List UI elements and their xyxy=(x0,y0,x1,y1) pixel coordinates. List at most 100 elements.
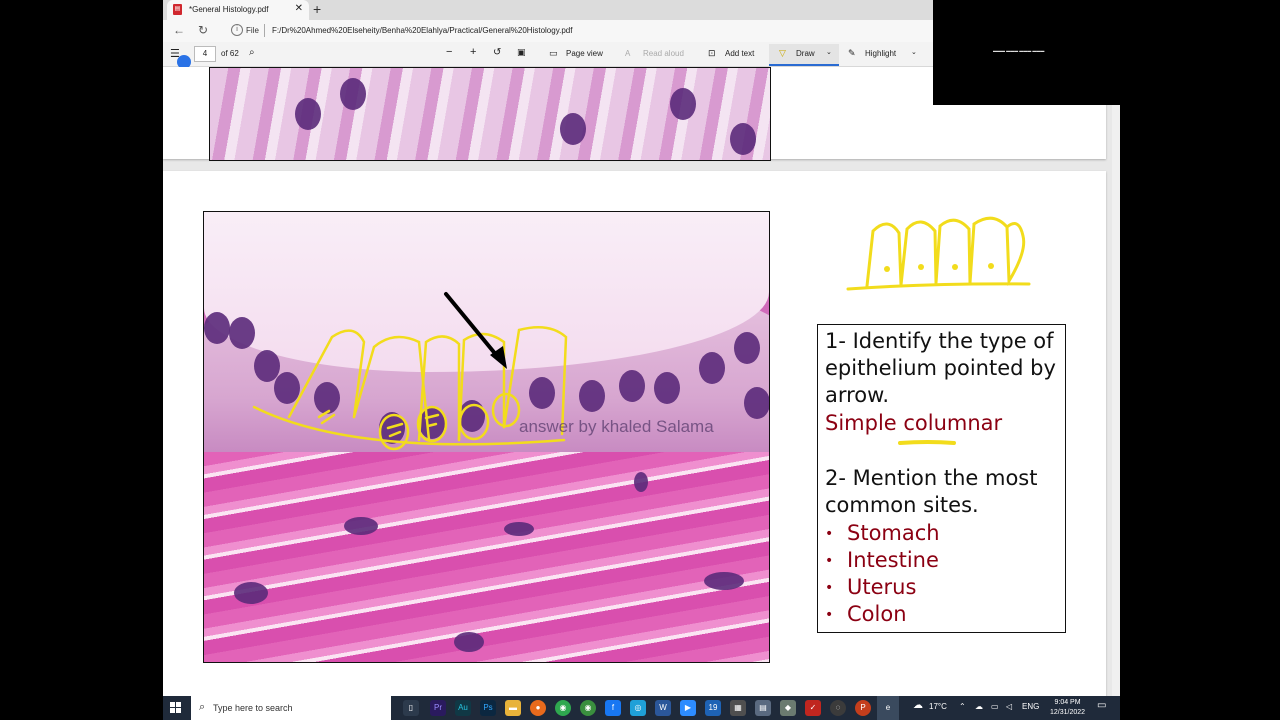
edge-icon-active[interactable]: e xyxy=(877,696,899,720)
search-icon[interactable]: ⌕ xyxy=(249,47,255,58)
zoom-out-button[interactable]: − xyxy=(446,46,452,58)
columnar-cell-sketch xyxy=(846,216,1031,291)
rotate-icon[interactable]: ↺ xyxy=(493,47,501,58)
read-aloud-icon: A xyxy=(625,49,631,58)
sketch-nucleus xyxy=(884,266,890,272)
page-count: of 62 xyxy=(221,49,239,58)
site-label: Colon xyxy=(847,602,907,626)
page-view-button[interactable]: Page view xyxy=(566,49,603,58)
zoom-in-button[interactable]: + xyxy=(470,46,476,58)
question1-line3: arrow. xyxy=(825,383,890,407)
clock[interactable]: 9:04 PM 12/31/2022 xyxy=(1050,698,1085,718)
weather-icon: ☁ xyxy=(913,700,923,711)
fit-page-icon[interactable]: ▣ xyxy=(517,47,526,58)
audition-icon[interactable]: Au xyxy=(455,700,471,716)
windows-start-icon[interactable] xyxy=(170,702,182,714)
sketch-nucleus xyxy=(988,263,994,269)
watermark-text: answer by khaled Salama xyxy=(519,417,714,436)
overlay-caption: ▬▬▬ ▬▬▬ ▬▬▬ ▬▬▬ xyxy=(993,48,1045,53)
clock-time: 9:04 PM xyxy=(1054,699,1081,706)
search-icon: ⌕ xyxy=(199,701,206,713)
document-viewport[interactable]: answer by khaled Salama 1- Identify the … xyxy=(163,67,1120,696)
answer1-text: Simple columnar xyxy=(825,411,1003,435)
zoom-icon[interactable]: ▶ xyxy=(680,700,696,716)
chrome-profile-icon[interactable]: ◉ xyxy=(580,700,596,716)
word-icon[interactable]: W xyxy=(655,700,671,716)
page-view-icon: ▭ xyxy=(549,48,558,58)
site-item: • Colon xyxy=(825,602,907,626)
taskbar-search[interactable]: ⌕ Type here to search xyxy=(191,696,391,720)
tab-general-histology[interactable]: ▤ *General Histology.pdf ✕ xyxy=(167,0,309,20)
pdf-page-current: answer by khaled Salama 1- Identify the … xyxy=(163,171,1106,696)
draw-icon: ▽ xyxy=(779,48,786,58)
highlight-button[interactable]: Highlight xyxy=(865,49,896,58)
read-aloud-button[interactable]: Read aloud xyxy=(643,49,684,58)
address-url[interactable]: F:/Dr%20Ahmed%20Elseheity/Benha%20Elahly… xyxy=(272,26,572,35)
sketch-cells xyxy=(865,216,1026,288)
cell-outline xyxy=(457,332,506,442)
add-text-button[interactable]: Add text xyxy=(725,49,754,58)
facebook-icon[interactable]: f xyxy=(605,700,621,716)
clock-date: 12/31/2022 xyxy=(1050,709,1086,716)
draw-chevron-icon[interactable]: ⌄ xyxy=(826,48,832,56)
address-separator xyxy=(264,24,265,37)
chrome-icon[interactable]: ◉ xyxy=(555,700,571,716)
sketch-base-line xyxy=(846,282,1031,291)
histology-image-simple-columnar: answer by khaled Salama xyxy=(203,211,770,663)
pdf-app-icon[interactable]: ✓ xyxy=(805,700,821,716)
windows-taskbar: ⌕ Type here to search ▯ Pr Au Ps ▬ ● ◉ ◉… xyxy=(163,696,1120,720)
file-explorer-icon[interactable]: ▬ xyxy=(505,700,521,716)
photoshop-icon[interactable]: Ps xyxy=(480,700,496,716)
tab-close-icon[interactable]: ✕ xyxy=(295,3,303,14)
vertical-scrollbar[interactable] xyxy=(1112,67,1120,696)
question2-line1: 2- Mention the most xyxy=(825,466,1038,490)
histology-image-previous xyxy=(209,67,771,161)
powerpoint-icon[interactable]: P xyxy=(855,700,871,716)
drawn-nucleus xyxy=(458,403,490,441)
volume-icon[interactable]: ◁ xyxy=(1006,702,1012,711)
task-view-icon[interactable]: ▯ xyxy=(403,700,419,716)
site-label: Intestine xyxy=(847,548,939,572)
back-arrow-icon[interactable]: ← xyxy=(173,23,185,37)
app-icon[interactable]: ◆ xyxy=(780,700,796,716)
page-number-input[interactable]: 4 xyxy=(194,46,216,62)
site-label: Stomach xyxy=(847,521,940,545)
info-icon[interactable]: i xyxy=(231,24,243,36)
bullet-dot: • xyxy=(825,526,834,542)
refresh-icon[interactable]: ↻ xyxy=(198,23,208,37)
site-label: Uterus xyxy=(847,575,917,599)
app-icon[interactable]: ◌ xyxy=(830,700,846,716)
bullet-dot: • xyxy=(825,607,834,623)
calendar-app-icon[interactable]: 19 xyxy=(705,700,721,716)
bullet-dot: • xyxy=(825,553,834,569)
nucleus xyxy=(670,88,696,120)
premiere-icon[interactable]: Pr xyxy=(430,700,446,716)
site-item: • Intestine xyxy=(825,548,939,572)
tray-chevron-icon[interactable]: ⌃ xyxy=(959,702,966,711)
address-file-label: File xyxy=(246,26,259,35)
new-tab-button[interactable]: + xyxy=(313,1,321,17)
language-indicator[interactable]: ENG xyxy=(1022,702,1039,711)
tab-title: *General Histology.pdf xyxy=(189,5,269,14)
question1-line2: epithelium pointed by xyxy=(825,356,1056,380)
cell-outline xyxy=(287,329,366,419)
firefox-icon[interactable]: ● xyxy=(530,700,546,716)
add-text-icon: ⊡ xyxy=(708,48,716,58)
notifications-icon[interactable]: ▭ xyxy=(1097,700,1106,711)
pdf-icon: ▤ xyxy=(173,4,182,15)
highlight-icon: ✎ xyxy=(848,48,856,58)
draw-button[interactable]: Draw xyxy=(796,49,815,58)
weather-temperature[interactable]: 17°C xyxy=(929,702,947,711)
floppy-icon[interactable]: ▤ xyxy=(755,700,771,716)
onedrive-icon[interactable]: ☁ xyxy=(975,702,983,711)
basement-line-stroke xyxy=(252,405,566,446)
annotation-drawing xyxy=(252,292,568,451)
app-icon[interactable]: ▦ xyxy=(730,700,746,716)
highlight-chevron-icon[interactable]: ⌄ xyxy=(911,48,917,56)
sketch-nucleus xyxy=(918,264,924,270)
app-icon[interactable]: ◎ xyxy=(630,700,646,716)
question-box: 1- Identify the type of epithelium point… xyxy=(817,324,1066,633)
network-icon[interactable]: ▭ xyxy=(991,702,999,711)
sketch-nucleus xyxy=(952,264,958,270)
drawn-nucleus xyxy=(378,413,410,451)
